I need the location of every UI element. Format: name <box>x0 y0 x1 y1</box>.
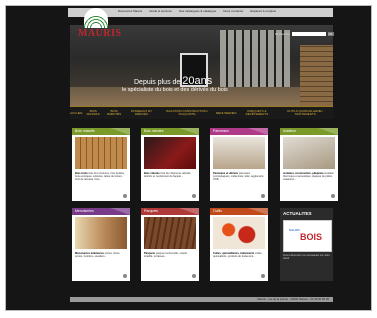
arrow-icon[interactable] <box>261 274 265 278</box>
hero-headline-years: 20ans <box>182 75 213 87</box>
mainnav-item[interactable]: ISOLATION CONSTRUCTION / PLAQUISTE <box>158 110 216 116</box>
main-navigation: ACCUEIL BOIS MASSIFS BOIS RABOTÉS PANNEA… <box>70 106 333 119</box>
news-image-big-text: BOIS <box>300 232 323 242</box>
card-text: Menuiseries intérieures portes, blocs-po… <box>75 252 121 258</box>
arrow-icon[interactable] <box>192 194 196 198</box>
brand-name: MAURIS <box>78 28 122 39</box>
mainnav-item[interactable]: BOIS RABOTÉS <box>103 110 124 116</box>
card-image <box>144 137 196 169</box>
hero-headline-prefix: Depuis plus de <box>134 79 181 86</box>
topnav-link[interactable]: Découvrez Mauris <box>118 9 142 13</box>
mainnav-item[interactable]: BOIS MASSIFS <box>83 110 103 116</box>
hero-logs-image <box>300 45 333 106</box>
card-title: Bois massifs <box>72 128 130 135</box>
search-box: Recherche OK <box>275 32 334 36</box>
card-image <box>75 217 127 249</box>
category-card[interactable]: Outils Colles, quincailleries, traitemen… <box>210 208 268 281</box>
category-card[interactable]: Panneaux Panneaux et dérivés panneaux co… <box>210 128 268 201</box>
arrow-icon[interactable] <box>192 274 196 278</box>
category-card[interactable]: Menuiseries Menuiseries intérieures port… <box>72 208 130 281</box>
card-title: Panneaux <box>210 128 268 135</box>
category-card[interactable]: Bois massifs Bois bruts bois brut résine… <box>72 128 130 201</box>
card-text: isolation, construction, plaquiste isola… <box>283 172 334 181</box>
search-button[interactable]: OK <box>327 32 334 36</box>
arrow-icon[interactable] <box>123 274 127 278</box>
card-image <box>213 217 265 249</box>
news-text: Venez découvrir nos nouveautés sur notre… <box>283 254 330 260</box>
arrow-icon[interactable] <box>261 194 265 198</box>
card-image <box>283 137 335 169</box>
card-text: Bois rabotés bois de charpente rabotés, … <box>144 172 192 178</box>
mainnav-item[interactable]: PARQUETS & REVÊTEMENTS <box>237 110 278 116</box>
search-label: Recherche <box>275 32 290 36</box>
page-footer: Mauris · rue de la scierie · 44000 Nante… <box>70 297 333 302</box>
news-title: ACTUALITES <box>283 211 312 216</box>
card-title: Isolation <box>280 128 338 135</box>
search-input[interactable] <box>291 32 326 36</box>
topnav-link[interactable]: Nous contacter <box>223 9 243 13</box>
hero-subline: le spécialiste du bois et des dérivés du… <box>122 87 228 93</box>
mainnav-item[interactable]: ACCUEIL <box>70 111 83 115</box>
brand-logo[interactable]: MAURIS <box>78 8 122 41</box>
topnav-link[interactable]: Nos catalogues & catalogue <box>179 9 216 13</box>
card-title: Parquets <box>141 208 199 215</box>
logo-icon <box>84 8 108 28</box>
mainnav-item[interactable]: MENUISERIES <box>216 111 237 115</box>
card-text: Colles, quincailleries, traitements coll… <box>213 252 263 258</box>
card-image <box>144 217 196 249</box>
card-title: Bois rabotés <box>141 128 199 135</box>
category-card[interactable]: Isolation isolation, construction, plaqu… <box>280 128 338 201</box>
card-image <box>75 137 127 169</box>
card-text: Parquets parquet contrecollé, massif, st… <box>144 252 188 258</box>
arrow-icon[interactable] <box>123 194 127 198</box>
hero-headline: Depuis plus de 20ans <box>134 75 212 87</box>
hero-window-image <box>220 30 290 90</box>
arrow-icon[interactable] <box>331 194 335 198</box>
card-image <box>213 137 265 169</box>
category-card[interactable]: Parquets Parquets parquet contrecollé, m… <box>141 208 199 281</box>
card-text: Panneaux et dérivés panneaux contreplaqu… <box>213 172 265 181</box>
topnav-link[interactable]: Guide & services <box>149 9 172 13</box>
topnav-link[interactable]: Espaces & emplois <box>250 9 276 13</box>
news-panel[interactable]: ACTUALITES SALON BOIS Venez découvrir no… <box>280 208 333 281</box>
category-card[interactable]: Bois rabotés Bois rabotés bois de charpe… <box>141 128 199 201</box>
mainnav-item[interactable]: PANNEAUX ET DÉRIVÉS <box>125 110 158 116</box>
news-image[interactable]: SALON BOIS <box>283 220 332 252</box>
card-title: Outils <box>210 208 268 215</box>
news-image-small-text: SALON <box>289 228 300 232</box>
mainnav-item[interactable]: OUTILS QUINCAILLERIE / TRAITEMENTS <box>277 110 333 116</box>
card-text: Bois bruts bois brut résineux, bois feui… <box>75 172 125 181</box>
top-navigation: Découvrez Mauris Guide & services Nos ca… <box>118 9 276 13</box>
card-title: Menuiseries <box>72 208 130 215</box>
